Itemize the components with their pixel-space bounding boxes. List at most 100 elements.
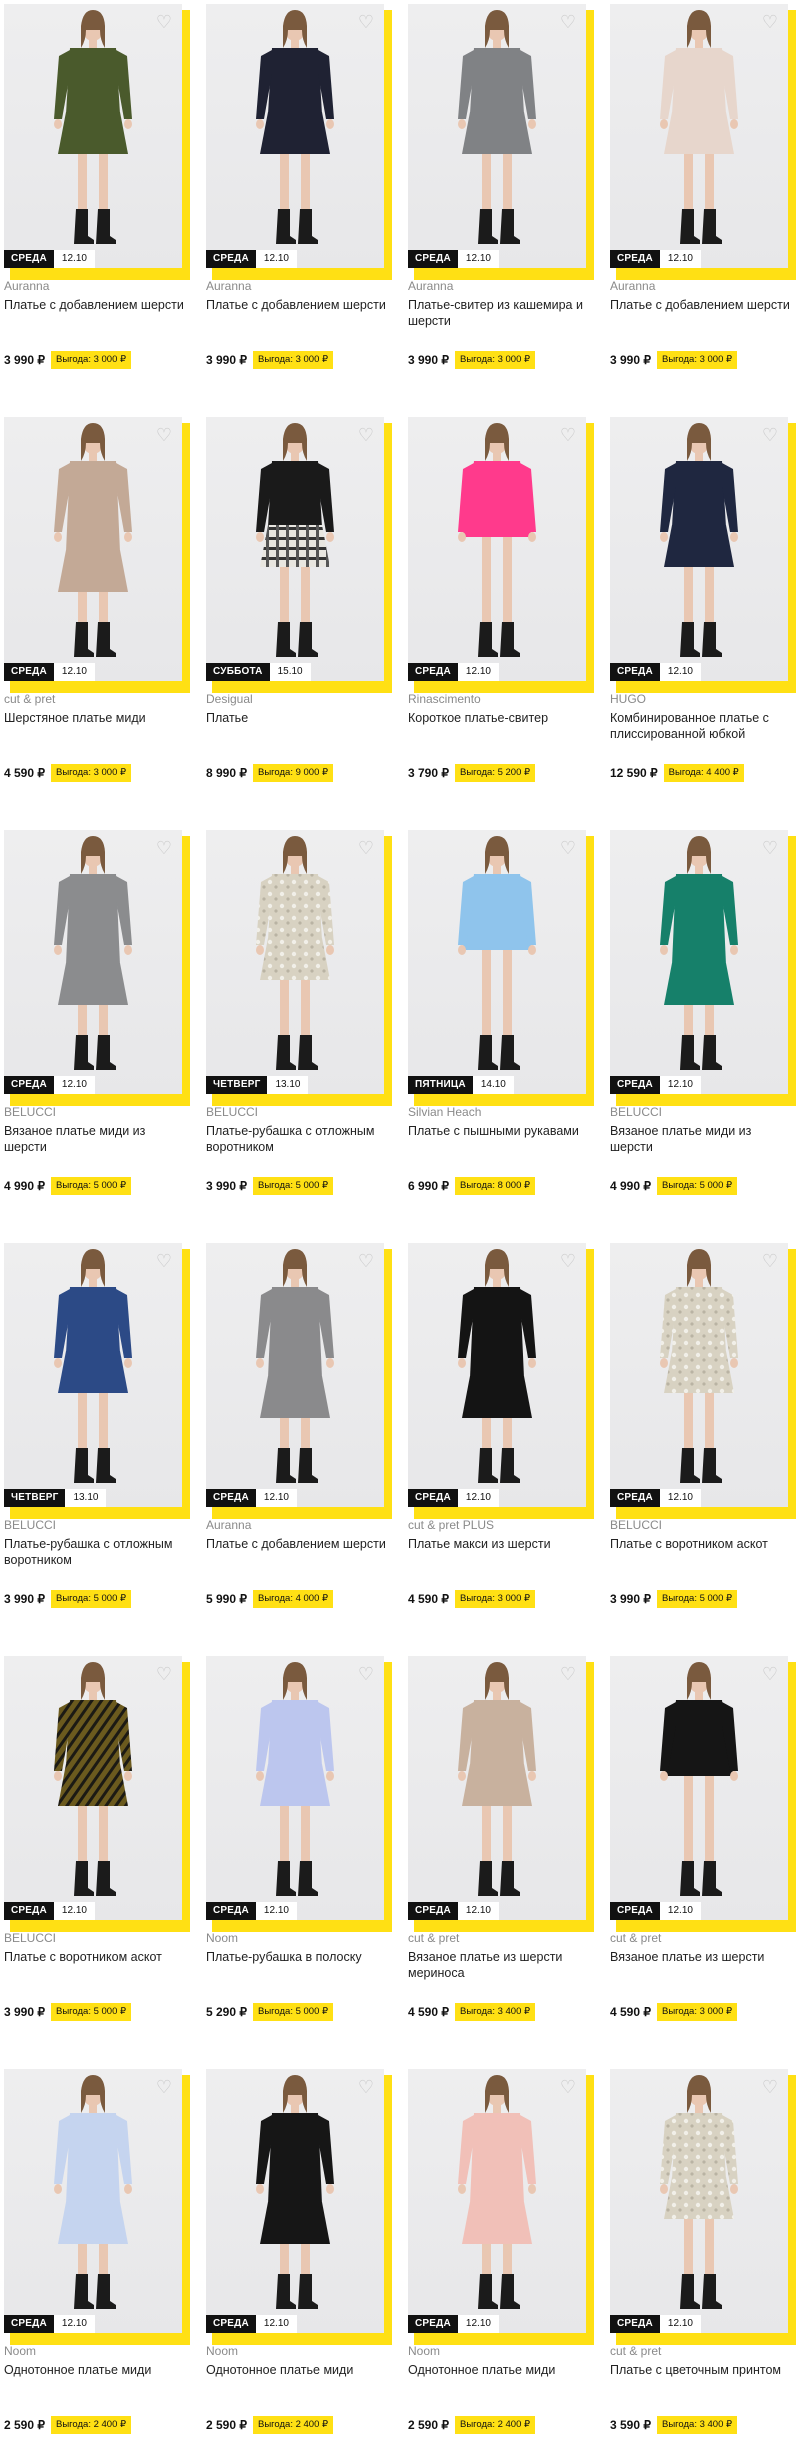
product-card[interactable]: ♡ СРЕДА 12.10 Auranna Платье с добавлением ш…: [0, 0, 190, 410]
product-card[interactable]: ♡ СРЕДА 12.10 Auranna Платье с добавлением ш…: [202, 0, 392, 410]
product-image-wrap[interactable]: ♡ СРЕДА 12.10: [4, 1656, 190, 1926]
product-card[interactable]: ♡ ЧЕТВЕРГ 13.10 BELUCCI Платье-рубашка с отл…: [202, 826, 392, 1236]
product-brand[interactable]: Rinascimento: [408, 692, 481, 706]
product-title[interactable]: Платье с добавлением шерсти: [4, 297, 184, 313]
product-brand[interactable]: Noom: [206, 2344, 238, 2358]
heart-outline-icon[interactable]: ♡: [356, 838, 376, 858]
product-image[interactable]: ♡ СРЕДА 12.10: [408, 2069, 586, 2333]
product-image[interactable]: ♡ СРЕДА 12.10: [206, 4, 384, 268]
product-image[interactable]: ♡ СРЕДА 12.10: [610, 2069, 788, 2333]
heart-outline-icon[interactable]: ♡: [558, 1664, 578, 1684]
product-card[interactable]: ♡ СРЕДА 12.10 BELUCCI Вязаное платье миди из…: [606, 826, 796, 1236]
product-image[interactable]: ♡ ЧЕТВЕРГ 13.10: [206, 830, 384, 1094]
heart-outline-icon[interactable]: ♡: [356, 425, 376, 445]
product-card[interactable]: ♡ ПЯТНИЦА 14.10 Silvian Heach Платье с пышны…: [404, 826, 594, 1236]
product-title[interactable]: Платье с воротником аскот: [610, 1536, 790, 1552]
product-image-wrap[interactable]: ♡ СРЕДА 12.10: [610, 2069, 796, 2339]
product-card[interactable]: ♡ СРЕДА 12.10 HUGO Комбинированное платье с …: [606, 413, 796, 823]
product-image[interactable]: ♡ СРЕДА 12.10: [408, 417, 586, 681]
product-title[interactable]: Платье-рубашка в полоску: [206, 1949, 386, 1965]
product-card[interactable]: ♡ СРЕДА 12.10 Noom Платье-рубашка в полоску 5…: [202, 1652, 392, 2062]
product-image[interactable]: ♡ СРЕДА 12.10: [4, 2069, 182, 2333]
product-title[interactable]: Однотонное платье миди: [408, 2362, 588, 2378]
product-brand[interactable]: Auranna: [206, 279, 251, 293]
product-image[interactable]: ♡ ЧЕТВЕРГ 13.10: [4, 1243, 182, 1507]
product-image[interactable]: ♡ СРЕДА 12.10: [610, 417, 788, 681]
product-brand[interactable]: cut & pret: [4, 692, 55, 706]
heart-outline-icon[interactable]: ♡: [154, 2077, 174, 2097]
product-card[interactable]: ♡ СРЕДА 12.10 Noom Однотонное платье миди 2 5…: [404, 2065, 594, 2440]
product-image[interactable]: ♡ ПЯТНИЦА 14.10: [408, 830, 586, 1094]
product-card[interactable]: ♡ СРЕДА 12.10 cut & pret Шерстяное платье ми…: [0, 413, 190, 823]
product-image[interactable]: ♡ СРЕДА 12.10: [408, 4, 586, 268]
product-card[interactable]: ♡ СРЕДА 12.10 Auranna Платье с добавлением ш…: [606, 0, 796, 410]
heart-outline-icon[interactable]: ♡: [558, 12, 578, 32]
heart-outline-icon[interactable]: ♡: [154, 1664, 174, 1684]
product-brand[interactable]: cut & pret: [610, 1931, 661, 1945]
product-brand[interactable]: BELUCCI: [4, 1105, 56, 1119]
heart-outline-icon[interactable]: ♡: [760, 12, 780, 32]
heart-outline-icon[interactable]: ♡: [760, 425, 780, 445]
product-title[interactable]: Платье с воротником аскот: [4, 1949, 184, 1965]
product-card[interactable]: ♡ СРЕДА 12.10 cut & pret PLUS Платье макси и…: [404, 1239, 594, 1649]
heart-outline-icon[interactable]: ♡: [760, 1251, 780, 1271]
product-image-wrap[interactable]: ♡ СРЕДА 12.10: [408, 2069, 594, 2339]
product-title[interactable]: Комбинированное платье с плиссированной …: [610, 710, 790, 742]
product-image[interactable]: ♡ СРЕДА 12.10: [408, 1656, 586, 1920]
product-image-wrap[interactable]: ♡ СРЕДА 12.10: [4, 830, 190, 1100]
product-brand[interactable]: Auranna: [610, 279, 655, 293]
product-brand[interactable]: cut & pret: [610, 2344, 661, 2358]
product-image[interactable]: ♡ СРЕДА 12.10: [610, 1243, 788, 1507]
product-brand[interactable]: BELUCCI: [4, 1931, 56, 1945]
product-title[interactable]: Вязаное платье миди из шерсти: [4, 1123, 184, 1155]
product-image[interactable]: ♡ СРЕДА 12.10: [4, 417, 182, 681]
product-brand[interactable]: Auranna: [4, 279, 49, 293]
product-image-wrap[interactable]: ♡ ЧЕТВЕРГ 13.10: [4, 1243, 190, 1513]
product-card[interactable]: ♡ СРЕДА 12.10 Noom Однотонное платье миди 2 5…: [0, 2065, 190, 2440]
product-brand[interactable]: BELUCCI: [4, 1518, 56, 1532]
product-brand[interactable]: BELUCCI: [610, 1518, 662, 1532]
product-brand[interactable]: BELUCCI: [206, 1105, 258, 1119]
heart-outline-icon[interactable]: ♡: [154, 12, 174, 32]
product-image[interactable]: ♡ СРЕДА 12.10: [4, 4, 182, 268]
product-title[interactable]: Платье-свитер из кашемира и шерсти: [408, 297, 588, 329]
product-brand[interactable]: BELUCCI: [610, 1105, 662, 1119]
product-image-wrap[interactable]: ♡ СРЕДА 12.10: [408, 4, 594, 274]
product-image-wrap[interactable]: ♡ СУББОТА 15.10: [206, 417, 392, 687]
product-brand[interactable]: Noom: [4, 2344, 36, 2358]
product-title[interactable]: Однотонное платье миди: [206, 2362, 386, 2378]
product-title[interactable]: Платье макси из шерсти: [408, 1536, 588, 1552]
product-card[interactable]: ♡ СРЕДА 12.10 cut & pret Вязаное платье из ш…: [606, 1652, 796, 2062]
product-image[interactable]: ♡ СРЕДА 12.10: [206, 1243, 384, 1507]
product-image-wrap[interactable]: ♡ СРЕДА 12.10: [206, 4, 392, 274]
product-title[interactable]: Платье с пышными рукавами: [408, 1123, 588, 1139]
heart-outline-icon[interactable]: ♡: [154, 425, 174, 445]
product-image[interactable]: ♡ СРЕДА 12.10: [4, 830, 182, 1094]
product-title[interactable]: Вязаное платье миди из шерсти: [610, 1123, 790, 1155]
product-card[interactable]: ♡ СУББОТА 15.10 Desigual Платье 8 990 ₽ Выгода…: [202, 413, 392, 823]
product-image-wrap[interactable]: ♡ СРЕДА 12.10: [408, 417, 594, 687]
product-title[interactable]: Однотонное платье миди: [4, 2362, 184, 2378]
heart-outline-icon[interactable]: ♡: [154, 838, 174, 858]
heart-outline-icon[interactable]: ♡: [356, 2077, 376, 2097]
product-image-wrap[interactable]: ♡ СРЕДА 12.10: [610, 417, 796, 687]
product-brand[interactable]: Silvian Heach: [408, 1105, 481, 1119]
product-title[interactable]: Платье-рубашка с отложным воротником: [4, 1536, 184, 1568]
product-image-wrap[interactable]: ♡ СРЕДА 12.10: [610, 4, 796, 274]
product-image-wrap[interactable]: ♡ СРЕДА 12.10: [610, 1243, 796, 1513]
product-brand[interactable]: Auranna: [408, 279, 453, 293]
product-card[interactable]: ♡ СРЕДА 12.10 cut & pret Платье с цветочным …: [606, 2065, 796, 2440]
product-card[interactable]: ♡ ЧЕТВЕРГ 13.10 BELUCCI Платье-рубашка с отл…: [0, 1239, 190, 1649]
heart-outline-icon[interactable]: ♡: [760, 2077, 780, 2097]
product-image-wrap[interactable]: ♡ СРЕДА 12.10: [4, 4, 190, 274]
product-image[interactable]: ♡ СРЕДА 12.10: [610, 830, 788, 1094]
product-image-wrap[interactable]: ♡ ПЯТНИЦА 14.10: [408, 830, 594, 1100]
product-image[interactable]: ♡ СУББОТА 15.10: [206, 417, 384, 681]
product-brand[interactable]: Noom: [206, 1931, 238, 1945]
product-image[interactable]: ♡ СРЕДА 12.10: [206, 2069, 384, 2333]
product-image[interactable]: ♡ СРЕДА 12.10: [610, 4, 788, 268]
product-brand[interactable]: cut & pret: [408, 1931, 459, 1945]
product-image-wrap[interactable]: ♡ СРЕДА 12.10: [4, 2069, 190, 2339]
product-image-wrap[interactable]: ♡ СРЕДА 12.10: [206, 2069, 392, 2339]
heart-outline-icon[interactable]: ♡: [558, 425, 578, 445]
